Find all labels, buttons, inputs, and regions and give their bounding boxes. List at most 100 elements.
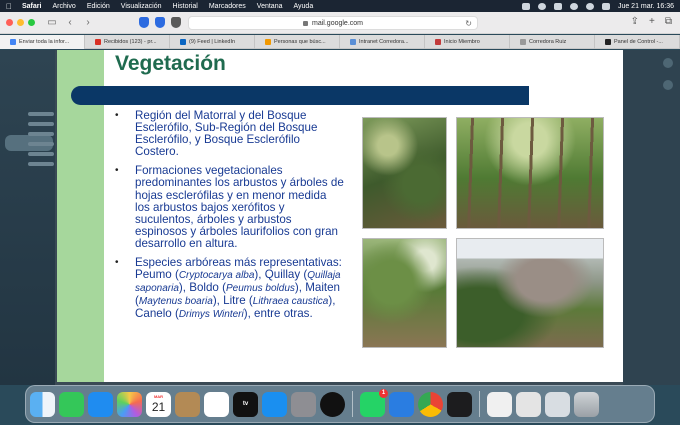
contacts-icon[interactable]: [175, 391, 200, 417]
slide-bullet-list: Región del Matorral y del Bosque Escleró…: [112, 109, 344, 329]
notification-badge: 1: [379, 388, 388, 398]
slide-bullet: Especies arbóreas más representativas: P…: [112, 256, 344, 321]
extension-shield-icon[interactable]: [139, 17, 149, 28]
background-nav-item: [28, 152, 54, 156]
tab-label: Panel de Control -...: [614, 39, 663, 45]
tab-label: Recibidos (123) - pr...: [104, 39, 157, 45]
gmail-icon: [95, 39, 101, 45]
vegetation-photo: [362, 238, 447, 348]
background-gmail-right-panel: [623, 50, 680, 385]
species-text: ), Litre (: [212, 294, 253, 308]
tab-3[interactable]: (9) Feed | LinkedIn: [170, 35, 255, 49]
tab-label: Enviar toda la infor...: [19, 39, 70, 45]
appletv-label: tv: [242, 401, 249, 407]
reload-icon[interactable]: ↻: [465, 19, 472, 28]
background-nav-item: [28, 122, 54, 126]
tab-6[interactable]: Inicio Miembro: [425, 35, 510, 49]
appstore-icon[interactable]: [262, 391, 287, 417]
species-text: ), Quillay (: [254, 268, 308, 282]
spotlight-icon[interactable]: [585, 2, 594, 10]
close-window-button[interactable]: [6, 19, 13, 26]
status-icon[interactable]: [537, 2, 546, 10]
menu-clock[interactable]: Jue 21 mar. 16:36: [618, 3, 674, 10]
linkedin-icon: [180, 39, 186, 45]
minimize-window-button[interactable]: [17, 19, 24, 26]
species-scientific-name: Peumus boldus: [225, 283, 295, 295]
spotify-icon[interactable]: [320, 391, 345, 417]
slide-bullet: Formaciones vegetacionales predominantes…: [112, 165, 344, 250]
tab-label: Intranet Corredora...: [359, 39, 409, 45]
tab-favicon-icon: [605, 39, 611, 45]
apple-menu-icon[interactable]: : [6, 2, 14, 11]
species-scientific-name: Drimys Winteri: [178, 309, 244, 321]
recent-document-icon[interactable]: [516, 391, 541, 417]
tab-7[interactable]: Corredora Ruiz: [510, 35, 595, 49]
menu-edicion[interactable]: Edición: [87, 3, 110, 10]
share-icon[interactable]: ⇪: [631, 16, 639, 27]
background-gmail-sidebar: [0, 50, 55, 385]
system-settings-icon[interactable]: [291, 391, 316, 417]
tab-favicon-icon: [350, 39, 356, 45]
menu-safari[interactable]: Safari: [22, 3, 41, 10]
tab-2[interactable]: Recibidos (123) - pr...: [85, 35, 170, 49]
background-nav-item: [28, 142, 54, 146]
tab-4[interactable]: Personas que búsc...: [255, 35, 340, 49]
mail-icon[interactable]: [88, 391, 113, 417]
recent-window-icon[interactable]: [545, 391, 570, 417]
tab-5[interactable]: Intranet Corredora...: [340, 35, 425, 49]
dock-separator: [352, 391, 353, 417]
tab-1[interactable]: Enviar toda la infor...: [0, 35, 85, 49]
background-avatar: [663, 58, 673, 68]
species-scientific-name: Lithraea caustica: [252, 296, 329, 308]
back-arrow-icon[interactable]: ‹: [63, 16, 77, 30]
menu-historial[interactable]: Historial: [173, 3, 198, 10]
recent-document-icon[interactable]: [487, 391, 512, 417]
tab-bar: Enviar toda la infor... Recibidos (123) …: [0, 35, 680, 49]
menu-visualizacion[interactable]: Visualización: [121, 3, 162, 10]
calendar-icon[interactable]: MAR 21: [146, 391, 171, 417]
battery-icon[interactable]: [553, 2, 562, 10]
slide-title: Vegetación: [115, 52, 226, 75]
zoom-window-button[interactable]: [28, 19, 35, 26]
reminders-icon[interactable]: [204, 391, 229, 417]
tab-8[interactable]: Panel de Control -...: [595, 35, 680, 49]
menu-bar:  Safari Archivo Edición Visualización H…: [0, 0, 680, 12]
address-bar[interactable]: mail.google.com ↻: [188, 16, 478, 30]
menu-ventana[interactable]: Ventana: [257, 3, 283, 10]
menu-archivo[interactable]: Archivo: [52, 3, 75, 10]
control-center-icon[interactable]: [601, 2, 610, 10]
screen-icon[interactable]: [521, 2, 530, 10]
forward-arrow-icon[interactable]: ›: [81, 16, 95, 30]
audio-app-icon[interactable]: [447, 391, 472, 417]
privacy-shield-icon[interactable]: [171, 17, 181, 28]
background-side-icon: [663, 80, 673, 90]
slide-bullet: Región del Matorral y del Bosque Escleró…: [112, 109, 344, 158]
vegetation-photo: [456, 117, 604, 229]
browser-toolbar: ▭ ‹ › mail.google.com ↻ ⇪ + ⧉: [0, 12, 680, 34]
calendar-day: 21: [151, 399, 166, 414]
menu-marcadores[interactable]: Marcadores: [209, 3, 246, 10]
background-nav-item: [28, 112, 54, 116]
background-nav-item: [28, 162, 54, 166]
photos-icon[interactable]: [117, 391, 142, 417]
whatsapp-icon[interactable]: 1: [360, 388, 388, 417]
menu-ayuda[interactable]: Ayuda: [293, 3, 313, 10]
species-scientific-name: Cryptocarya alba: [178, 270, 255, 282]
appletv-icon[interactable]: tv: [233, 391, 258, 417]
lock-icon: [303, 20, 309, 26]
new-tab-icon[interactable]: +: [649, 16, 655, 27]
sidebar-toggle-icon[interactable]: ▭: [45, 16, 59, 30]
chrome-icon[interactable]: [418, 391, 443, 417]
wifi-icon[interactable]: [569, 2, 578, 10]
background-nav-item: [28, 132, 54, 136]
tab-overview-icon[interactable]: ⧉: [665, 16, 672, 27]
finder-icon[interactable]: [30, 391, 55, 417]
tab-favicon-icon: [435, 39, 441, 45]
calendar-month: MAR: [153, 393, 164, 399]
extension-shield-icon-2[interactable]: [155, 17, 165, 28]
trash-icon[interactable]: [574, 391, 599, 417]
dock: MAR 21 tv 1: [25, 385, 655, 423]
safari-icon[interactable]: [389, 391, 414, 417]
url-text: mail.google.com: [312, 19, 363, 27]
messages-icon[interactable]: [59, 391, 84, 417]
